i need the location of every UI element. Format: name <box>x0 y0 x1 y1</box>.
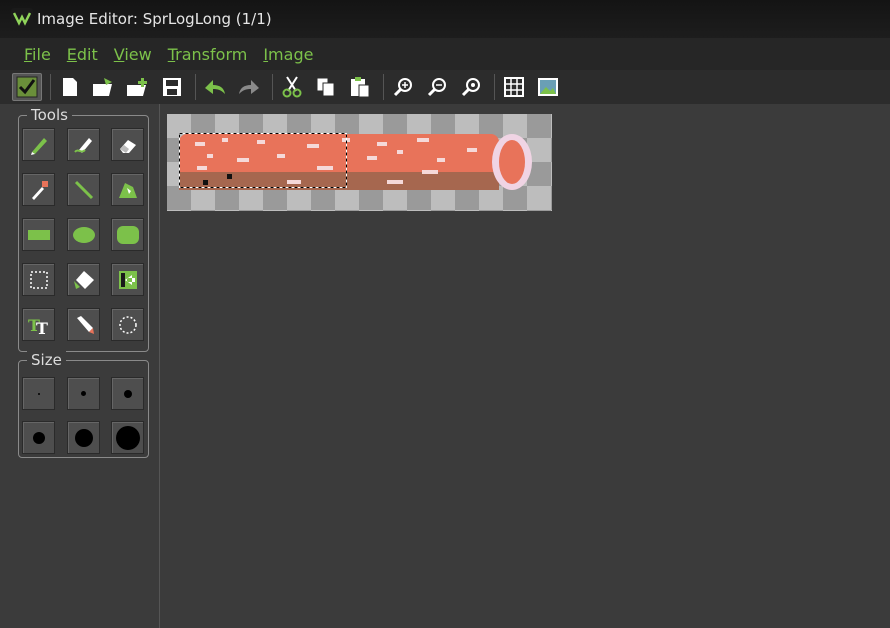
dot-icon <box>74 428 93 447</box>
copy-icon[interactable] <box>311 73 341 101</box>
add-file-icon[interactable] <box>123 73 153 101</box>
app-logo-icon <box>11 8 33 30</box>
rectangle-icon[interactable] <box>22 218 55 251</box>
menu-image[interactable]: Image <box>263 45 313 64</box>
sprite-canvas[interactable] <box>167 114 552 211</box>
left-panel: Tools T T Size <box>0 104 160 628</box>
grid-icon[interactable] <box>499 73 529 101</box>
pencil-icon[interactable] <box>22 128 55 161</box>
image-icon[interactable] <box>533 73 563 101</box>
zoom-out-icon[interactable] <box>422 73 452 101</box>
dot-icon <box>37 392 40 395</box>
undo-icon[interactable] <box>200 73 230 101</box>
brush-size-2-button[interactable] <box>67 377 100 410</box>
cut-icon[interactable] <box>277 73 307 101</box>
tools-label: Tools <box>27 106 72 124</box>
text-icon[interactable]: TT <box>22 308 55 341</box>
spray-icon[interactable] <box>67 128 100 161</box>
ellipse-icon[interactable] <box>67 218 100 251</box>
zoom-in-icon[interactable] <box>388 73 418 101</box>
dot-icon <box>115 425 140 450</box>
menu-file[interactable]: File <box>24 45 51 64</box>
toolbar-separator <box>272 74 273 100</box>
brush-size-1-button[interactable] <box>22 377 55 410</box>
title-bar: Image Editor: SprLogLong (1/1) <box>0 0 890 38</box>
save-icon[interactable] <box>157 73 187 101</box>
menu-view[interactable]: View <box>114 45 152 64</box>
toolbar-separator <box>50 74 51 100</box>
menu-edit[interactable]: Edit <box>67 45 98 64</box>
paste-icon[interactable] <box>345 73 375 101</box>
brush-size-3-button[interactable] <box>111 377 144 410</box>
select-rectangle-icon[interactable] <box>22 263 55 296</box>
size-group: Size <box>18 351 149 458</box>
color-picker-icon[interactable] <box>22 173 55 206</box>
svg-text:T: T <box>36 319 48 336</box>
replace-color-icon[interactable] <box>111 263 144 296</box>
confirm-icon[interactable] <box>12 73 42 101</box>
open-file-icon[interactable] <box>89 73 119 101</box>
zoom-reset-icon[interactable] <box>456 73 486 101</box>
dot-icon <box>123 389 132 398</box>
toolbar-separator <box>195 74 196 100</box>
menu-bar: File Edit View Transform Image <box>0 38 890 70</box>
redo-icon[interactable] <box>234 73 264 101</box>
select-ellipse-icon[interactable] <box>111 308 144 341</box>
menu-transform[interactable]: Transform <box>168 45 248 64</box>
brush-size-4-button[interactable] <box>22 421 55 454</box>
toolbar-separator <box>383 74 384 100</box>
brush-size-6-button[interactable] <box>111 421 144 454</box>
size-label: Size <box>27 351 66 369</box>
polygon-icon[interactable] <box>111 173 144 206</box>
toolbar <box>0 70 890 104</box>
pen-icon[interactable] <box>67 308 100 341</box>
new-file-icon[interactable] <box>55 73 85 101</box>
dot-icon <box>81 391 86 396</box>
fill-bucket-icon[interactable] <box>67 263 100 296</box>
line-icon[interactable] <box>67 173 100 206</box>
window-title: Image Editor: SprLogLong (1/1) <box>37 10 272 28</box>
toolbar-separator <box>494 74 495 100</box>
tools-group: Tools T T <box>18 106 149 352</box>
canvas-area[interactable] <box>161 104 890 628</box>
dot-icon <box>32 431 45 444</box>
brush-size-5-button[interactable] <box>67 421 100 454</box>
rounded-rectangle-icon[interactable] <box>111 218 144 251</box>
eraser-icon[interactable] <box>111 128 144 161</box>
